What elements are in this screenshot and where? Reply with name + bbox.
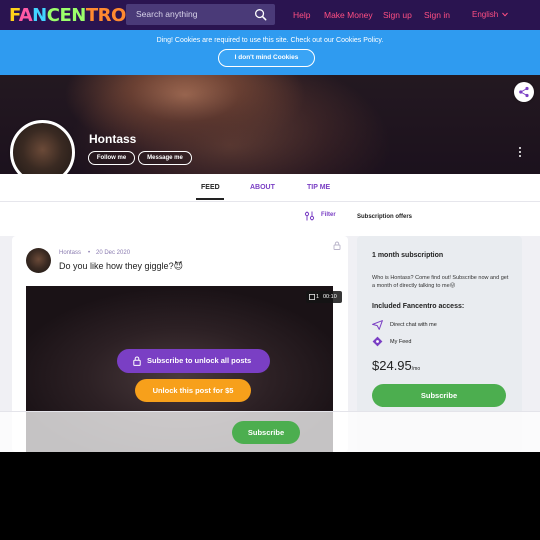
accept-cookies-button[interactable]: I don't mind Cookies (218, 49, 315, 67)
nav-help-link[interactable]: Help (293, 10, 310, 20)
logo-letter-n: N (32, 5, 47, 26)
nav-sign-in-link[interactable]: Sign in (424, 10, 450, 20)
post-date: 20 Dec 2020 (96, 250, 131, 256)
subscription-title: 1 month subscription (372, 252, 444, 259)
subscription-offers-heading: Subscription offers (357, 214, 413, 220)
follow-button[interactable]: Follow me (88, 151, 135, 165)
subscription-description: Who is Hontass? Come find out! Subscribe… (372, 275, 509, 289)
cookie-banner: Ding! Cookies are required to use this s… (0, 30, 540, 75)
search-icon[interactable] (254, 8, 267, 21)
subscribe-unlock-all-label: Subscribe to unlock all posts (147, 356, 252, 365)
price-period: /mo (411, 366, 421, 372)
nav-sign-up-link[interactable]: Sign up (383, 10, 412, 20)
post-meta-separator: • (88, 250, 91, 256)
media-info-badge: 1 00:10 (306, 291, 342, 303)
share-button[interactable] (514, 82, 534, 102)
price-amount: $24.95 (372, 358, 412, 373)
logo-letters-tro: TRO (85, 5, 126, 26)
feed-icon (372, 336, 383, 347)
profile-cover-image (0, 75, 540, 174)
search-box[interactable]: Search anything (126, 4, 275, 25)
sticky-subscribe-bar: Subscribe (0, 411, 540, 452)
subscribe-unlock-all-button[interactable]: Subscribe to unlock all posts (117, 349, 270, 373)
language-selector[interactable]: English (472, 10, 509, 19)
image-icon (309, 294, 315, 300)
message-button[interactable]: Message me (138, 151, 192, 165)
subscribe-button[interactable]: Subscribe (372, 384, 506, 407)
tab-feed[interactable]: FEED (201, 184, 220, 191)
language-label: English (472, 10, 499, 19)
logo-letter-f: F (9, 5, 19, 26)
post-author[interactable]: Hontass (59, 250, 81, 256)
tab-tip-me[interactable]: TIP ME (307, 184, 330, 191)
cookie-message: Ding! Cookies are required to use this s… (156, 37, 384, 44)
filter-icon[interactable] (304, 211, 315, 221)
unlock-post-button[interactable]: Unlock this post for $5 (135, 379, 251, 402)
subscription-price: $24.95/mo (372, 358, 420, 373)
lock-icon (333, 241, 341, 250)
filter-button[interactable]: Filter (321, 212, 336, 218)
media-duration: 00:10 (323, 294, 337, 300)
lock-icon (133, 356, 141, 366)
included-access-heading: Included Fancentro access: (372, 303, 465, 310)
profile-name: Hontass (89, 132, 137, 146)
top-navbar: FANCENTRO Search anything Help Make Mone… (0, 0, 540, 30)
send-icon (372, 320, 383, 330)
search-placeholder: Search anything (136, 9, 198, 19)
fancentro-logo[interactable]: FANCENTRO (9, 5, 126, 26)
tab-about[interactable]: ABOUT (250, 184, 275, 191)
sticky-subscribe-button[interactable]: Subscribe (232, 421, 300, 444)
more-options-icon[interactable] (517, 147, 523, 161)
chevron-down-icon (502, 13, 509, 17)
logo-letters-cen: CEN (46, 5, 87, 26)
logo-letter-a: A (18, 5, 33, 26)
nav-make-money-link[interactable]: Make Money (324, 10, 373, 20)
post-author-avatar[interactable] (26, 248, 51, 273)
feature-my-feed: My Feed (390, 339, 412, 345)
tabs-divider (0, 201, 540, 202)
feature-direct-chat: Direct chat with me (390, 322, 437, 328)
browser-viewport: FANCENTRO Search anything Help Make Mone… (0, 0, 540, 452)
share-icon (519, 86, 529, 98)
cover-shade (0, 75, 540, 174)
active-tab-underline (196, 198, 224, 200)
post-text: Do you like how they giggle?😈 (59, 261, 183, 271)
media-count: 1 (316, 294, 320, 300)
